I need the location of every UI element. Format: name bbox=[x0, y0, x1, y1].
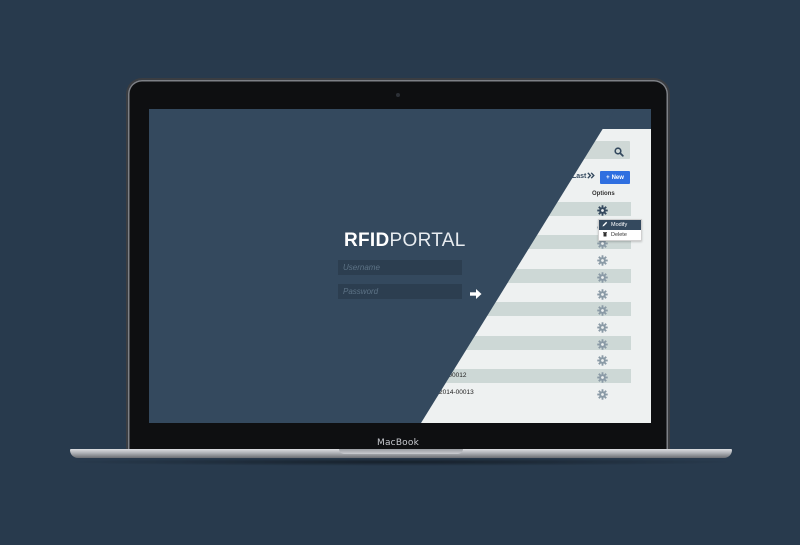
row-code: 2014-00013 bbox=[439, 389, 474, 396]
search-icon[interactable] bbox=[614, 144, 624, 162]
gear-icon[interactable] bbox=[597, 320, 608, 333]
laptop-notch bbox=[339, 449, 463, 454]
gear-icon[interactable] bbox=[597, 370, 608, 383]
camera bbox=[396, 93, 400, 97]
options-column-header: Options bbox=[592, 191, 615, 197]
menu-item-delete[interactable]: Delete bbox=[599, 230, 641, 240]
gear-icon[interactable] bbox=[597, 353, 608, 366]
arrow-right-icon[interactable] bbox=[470, 286, 482, 304]
laptop-brand-label: MacBook bbox=[376, 438, 420, 448]
gear-icon[interactable] bbox=[597, 337, 608, 350]
gear-icon[interactable] bbox=[597, 387, 608, 400]
menu-item-modify[interactable]: Modify bbox=[599, 220, 641, 230]
menu-item-delete-label: Delete bbox=[611, 232, 627, 238]
gear-icon[interactable] bbox=[597, 287, 608, 300]
laptop-shadow bbox=[60, 458, 742, 466]
pencil-icon bbox=[602, 221, 608, 229]
trash-icon bbox=[602, 231, 608, 239]
gear-icon[interactable] bbox=[597, 303, 608, 316]
new-button[interactable]: + New bbox=[600, 171, 630, 184]
row-options-menu: Modify Delete bbox=[598, 219, 642, 241]
plus-icon: + bbox=[606, 174, 610, 181]
rfid-portal-logo: RFIDPORTAL bbox=[344, 231, 466, 250]
pager-last-button[interactable]: Last bbox=[572, 172, 596, 181]
gear-icon[interactable] bbox=[597, 253, 608, 266]
new-button-label: New bbox=[611, 174, 624, 181]
gear-icon[interactable] bbox=[597, 203, 608, 216]
password-input[interactable] bbox=[338, 284, 462, 299]
gear-icon[interactable] bbox=[597, 270, 608, 283]
logo-light-text: PORTAL bbox=[389, 230, 466, 251]
laptop-base bbox=[70, 449, 732, 458]
username-input[interactable] bbox=[338, 260, 462, 275]
logo-bold-text: RFID bbox=[344, 230, 390, 251]
menu-item-modify-label: Modify bbox=[611, 222, 628, 228]
double-chevron-right-icon bbox=[587, 172, 596, 181]
screen: Last + New Options 9-0001114-000122014-0… bbox=[149, 109, 651, 423]
